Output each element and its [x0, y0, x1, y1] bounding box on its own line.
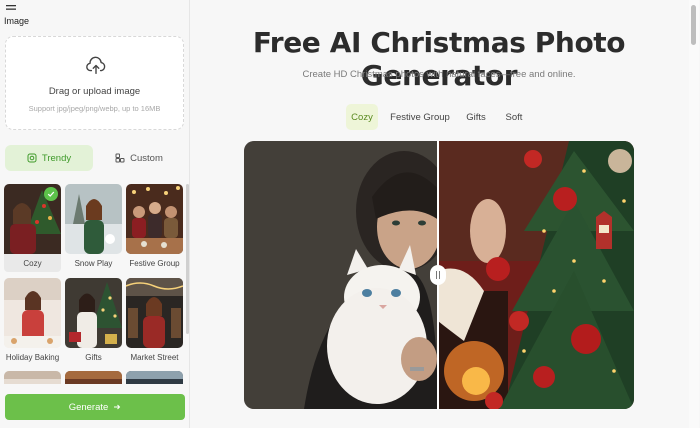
style-tab-soft[interactable]: Soft: [500, 104, 528, 130]
template-card-festive-group[interactable]: Festive Group: [126, 184, 183, 268]
template-card-holiday-baking[interactable]: Holiday Baking: [4, 278, 61, 362]
template-thumbnail: [126, 278, 183, 348]
tab-trendy[interactable]: Trendy: [5, 145, 93, 171]
template-thumbnail: [65, 184, 122, 254]
template-card[interactable]: [65, 371, 122, 384]
generate-label: Generate: [68, 401, 109, 413]
frame-icon: [27, 153, 37, 163]
template-thumbnail: [4, 371, 61, 384]
template-label: Cozy: [4, 254, 61, 272]
checkmark-icon: [44, 187, 58, 201]
template-card-gifts[interactable]: Gifts: [65, 278, 122, 362]
template-label: Gifts: [85, 353, 102, 362]
template-card-cozy[interactable]: Cozy: [4, 184, 61, 272]
upload-dropzone[interactable]: Drag or upload image Support jpg/jpeg/pn…: [5, 36, 184, 130]
drag-handle-icon: [436, 271, 440, 279]
template-label: Holiday Baking: [5, 353, 60, 362]
cloud-upload-icon: [86, 56, 106, 75]
template-label: Snow Play: [74, 259, 113, 268]
compare-slider-handle[interactable]: [430, 265, 446, 285]
tab-custom[interactable]: Custom: [95, 145, 183, 171]
template-thumbnail: [65, 278, 122, 348]
page-title: Free AI Christmas Photo Generator: [252, 26, 626, 92]
tab-trendy-label: Trendy: [41, 152, 72, 164]
before-after-preview[interactable]: [244, 141, 634, 409]
template-card[interactable]: [126, 371, 183, 384]
logo-text: Image: [4, 16, 30, 26]
template-label: Festive Group: [129, 259, 180, 268]
style-tab-gifts[interactable]: Gifts: [460, 104, 492, 130]
template-grid: Cozy Snow Play Festive Group Holiday Bak…: [4, 184, 184, 384]
template-card[interactable]: [4, 371, 61, 384]
template-label: Market Street: [130, 353, 179, 362]
arrow-right-icon: [114, 404, 121, 410]
style-tab-festive-group[interactable]: Festive Group: [388, 104, 452, 130]
template-thumbnail: [65, 371, 122, 384]
page-scrollbar-thumb[interactable]: [691, 5, 696, 45]
style-tab-cozy[interactable]: Cozy: [346, 104, 378, 130]
tab-custom-label: Custom: [130, 152, 163, 164]
template-thumbnail: [4, 184, 61, 254]
template-thumbnail: [126, 184, 183, 254]
main-content: Free AI Christmas Photo Generator Create…: [191, 0, 687, 428]
upload-hint: Support jpg/jpeg/png/webp, up to 16MB: [28, 104, 161, 113]
template-card-snow-play[interactable]: Snow Play: [65, 184, 122, 268]
sidebar: Image Drag or upload image Support jpg/j…: [0, 0, 190, 428]
generate-button[interactable]: Generate: [5, 394, 185, 420]
template-card-market-street[interactable]: Market Street: [126, 278, 183, 362]
page-scrollbar[interactable]: [689, 0, 699, 428]
custom-icon: [115, 153, 125, 163]
page-subtitle: Create HD Christmas photos with natural …: [302, 69, 576, 80]
sidebar-scrollbar[interactable]: [186, 184, 189, 334]
mode-tabs: Trendy Custom: [5, 145, 184, 171]
upload-title: Drag or upload image: [48, 86, 141, 97]
template-thumbnail: [4, 278, 61, 348]
template-thumbnail: [126, 371, 183, 384]
